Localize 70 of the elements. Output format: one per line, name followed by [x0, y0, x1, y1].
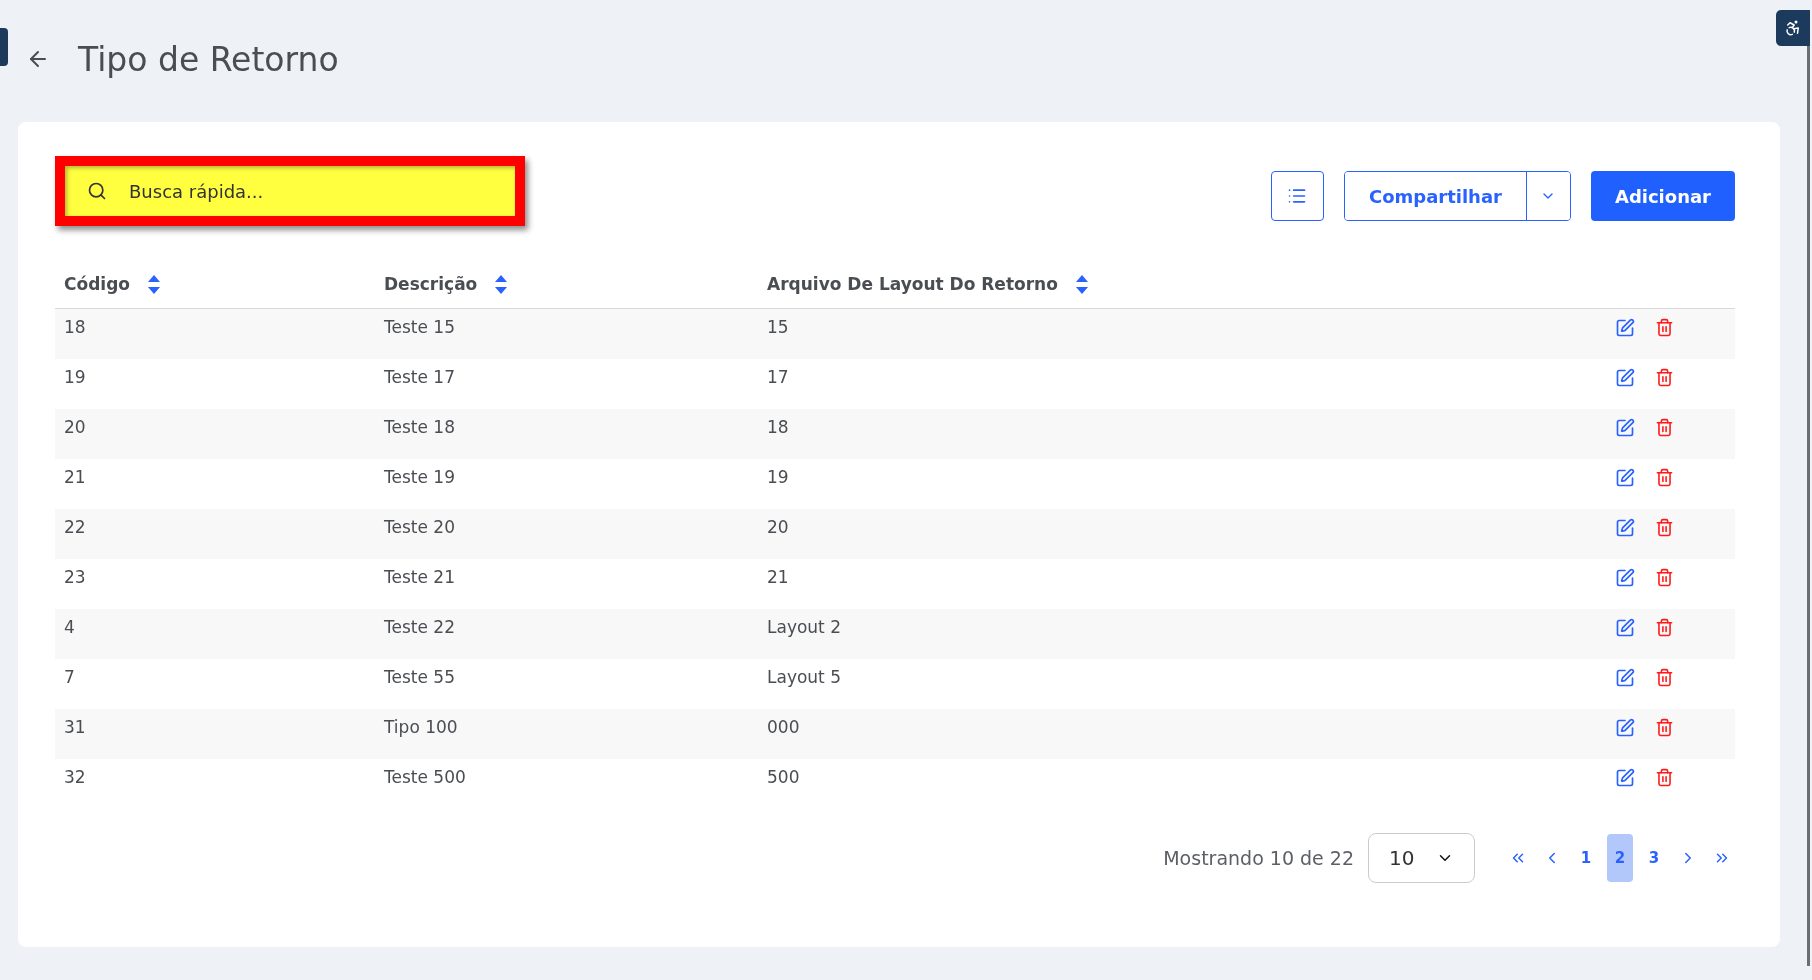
edit-button[interactable] — [1615, 418, 1635, 438]
edit-button[interactable] — [1615, 368, 1635, 388]
table-cell-text: Teste 22 — [383, 616, 456, 637]
edit-button[interactable] — [1615, 318, 1635, 338]
table-cell-text: Teste 21 — [383, 566, 456, 587]
edit-button[interactable] — [1615, 618, 1635, 638]
sort-icon[interactable] — [148, 274, 160, 294]
table-cell-text: Teste 19 — [383, 466, 456, 487]
table-cell-text: 000 — [766, 716, 801, 737]
table-cell-text: Teste 15 — [383, 316, 456, 337]
delete-button[interactable] — [1655, 668, 1674, 688]
table-cell-text: 15 — [766, 316, 790, 337]
delete-button[interactable] — [1655, 418, 1674, 438]
pagination-summary: Mostrando 10 de 22 — [1163, 847, 1354, 869]
table-cell-text: 500 — [766, 766, 801, 787]
search-field[interactable]: Busca rápida... — [55, 156, 525, 226]
sort-icon[interactable] — [1075, 274, 1088, 294]
table-cell-text: 4 — [63, 616, 76, 637]
accessibility-icon — [1784, 19, 1802, 37]
table-cell-text: 31 — [63, 716, 87, 737]
table-cell-text: 19 — [766, 466, 790, 487]
edit-button[interactable] — [1615, 768, 1635, 788]
search-icon — [87, 181, 107, 201]
list-button[interactable] — [1270, 171, 1324, 221]
share-button[interactable]: Compartilhar — [1344, 172, 1527, 220]
table-cell-text: 17 — [766, 366, 790, 387]
edit-button[interactable] — [1615, 468, 1635, 488]
page-title: Tipo de Retorno — [78, 39, 339, 79]
table-cell-text: Teste 500 — [383, 766, 467, 787]
delete-button[interactable] — [1655, 518, 1674, 538]
edit-button[interactable] — [1615, 568, 1635, 588]
delete-button[interactable] — [1655, 618, 1674, 638]
table-cell-text: 19 — [63, 366, 87, 387]
list-icon — [1287, 186, 1308, 206]
delete-button[interactable] — [1655, 468, 1674, 488]
column-header: Arquivo De Layout Do Retorno — [767, 274, 1058, 294]
page-button[interactable]: 1 — [1573, 834, 1599, 882]
delete-button[interactable] — [1655, 368, 1674, 388]
page-button[interactable]: 3 — [1641, 834, 1667, 882]
page-size-select[interactable]: 10 — [1368, 833, 1475, 883]
table-cell-text: Layout 5 — [766, 666, 842, 687]
edit-button[interactable] — [1615, 668, 1635, 688]
column-header: Código — [64, 274, 130, 294]
delete-button[interactable] — [1655, 318, 1674, 338]
add-button[interactable]: Adicionar — [1590, 171, 1735, 221]
column-header: Descrição — [384, 274, 478, 294]
delete-button[interactable] — [1655, 718, 1674, 738]
table-cell-text: Teste 55 — [383, 666, 456, 687]
sort-icon[interactable] — [495, 274, 508, 294]
table-cell-text: Tipo 100 — [383, 716, 459, 737]
table-cell-text: 7 — [63, 666, 76, 687]
table-cell-text: 21 — [63, 466, 87, 487]
accessibility-tab[interactable] — [1776, 10, 1810, 46]
table-cell-text: 20 — [63, 416, 87, 437]
table-cell-text: Teste 17 — [383, 366, 456, 387]
table-cell-text: 21 — [766, 566, 790, 587]
page-button[interactable]: 2 — [1607, 834, 1633, 882]
edit-button[interactable] — [1615, 518, 1635, 538]
delete-button[interactable] — [1655, 768, 1674, 788]
delete-button[interactable] — [1655, 568, 1674, 588]
table-cell-text: Layout 2 — [766, 616, 842, 637]
edit-button[interactable] — [1615, 718, 1635, 738]
table-cell-text: Teste 20 — [383, 516, 456, 537]
table-cell-text: 20 — [766, 516, 790, 537]
table-cell-text: 22 — [63, 516, 87, 537]
table-cell-text: Teste 18 — [383, 416, 456, 437]
table-cell-text: 18 — [766, 416, 790, 437]
table-cell-text: 23 — [63, 566, 87, 587]
table-cell-text: 18 — [63, 316, 87, 337]
table-cell-text: 32 — [63, 766, 87, 787]
